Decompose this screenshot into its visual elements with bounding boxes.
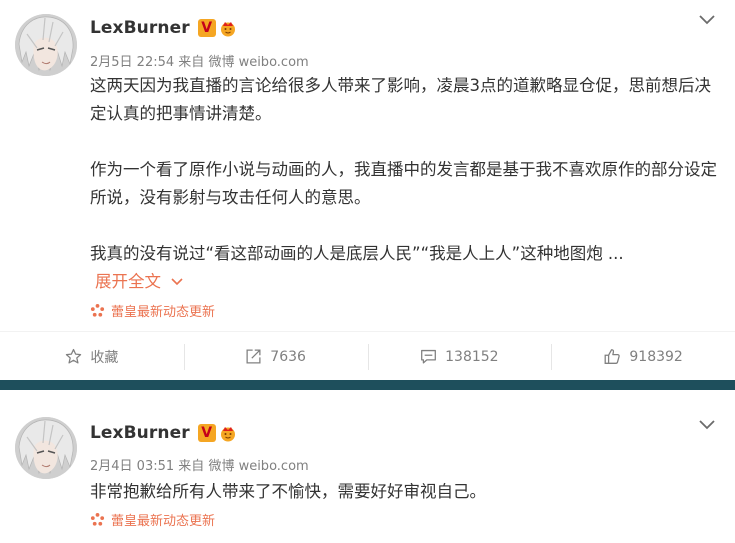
favorite-button[interactable]: 收藏 — [0, 347, 184, 367]
via-source[interactable]: 微博 weibo.com — [208, 459, 308, 474]
expand-label: 展开全文 — [95, 272, 161, 291]
like-count: 918392 — [629, 348, 683, 365]
via-prefix: 来自 — [178, 55, 205, 70]
repost-icon — [246, 349, 261, 364]
weibo-post-card: LexBurner V 2月5日 22:54 来自 微博 weibo.com 这… — [0, 0, 735, 380]
post-paragraph: 作为一个看了原作小说与动画的人，我直播中的发言都是基于我不喜欢原作的部分设定所说… — [90, 160, 717, 207]
repost-button[interactable]: 7636 — [184, 348, 368, 365]
user-name-row: LexBurner V — [90, 18, 238, 38]
via-prefix: 来自 — [178, 459, 205, 474]
chevron-down-icon[interactable] — [699, 420, 715, 430]
source-tag[interactable]: 蕾皇最新动态更新 — [90, 301, 215, 320]
repost-count: 7636 — [270, 348, 306, 365]
username-link[interactable]: LexBurner — [90, 18, 190, 38]
chevron-down-icon[interactable] — [699, 15, 715, 25]
feed-divider — [0, 380, 735, 390]
username-link[interactable]: LexBurner — [90, 423, 190, 443]
sparkle-icon — [90, 512, 105, 526]
comment-icon — [421, 349, 437, 364]
post-meta: 2月4日 03:51 来自 微博 weibo.com — [90, 455, 309, 474]
crown-badge-icon — [220, 22, 235, 37]
post-paragraph: 我真的没有说过“看这部动画的人是底层人民”“我是人上人”这种地图炮 ... — [90, 244, 624, 263]
via-source[interactable]: 微博 weibo.com — [208, 55, 308, 70]
like-icon — [604, 349, 621, 364]
avatar[interactable] — [15, 14, 77, 76]
post-action-bar: 收藏 7636 138152 918392 — [0, 331, 735, 381]
comment-button[interactable]: 138152 — [368, 348, 552, 365]
post-meta: 2月5日 22:54 来自 微博 weibo.com — [90, 51, 309, 70]
star-icon — [66, 348, 82, 364]
post-text: 这两天因为我直播的言论给很多人带来了影响，凌晨3点的道歉略显仓促，思前想后决定认… — [90, 72, 720, 296]
source-tag-label: 蕾皇最新动态更新 — [111, 305, 216, 320]
crown-badge-icon — [220, 427, 235, 442]
post-paragraph: 这两天因为我直播的言论给很多人带来了影响，凌晨3点的道歉略显仓促，思前想后决定认… — [90, 76, 711, 123]
post-paragraph: 非常抱歉给所有人带来了不愉快，需要好好审视自己。 — [90, 482, 486, 501]
post-text: 非常抱歉给所有人带来了不愉快，需要好好审视自己。 — [90, 478, 720, 506]
source-tag-label: 蕾皇最新动态更新 — [111, 514, 216, 529]
post-timestamp[interactable]: 2月4日 03:51 — [90, 459, 174, 474]
favorite-label: 收藏 — [90, 349, 119, 366]
verified-v-icon: V — [197, 424, 216, 442]
chevron-down-icon — [171, 278, 183, 286]
weibo-post-card: LexBurner V 2月4日 03:51 来自 微博 weibo.com 非… — [0, 390, 735, 543]
comment-count: 138152 — [445, 348, 499, 365]
sparkle-icon — [90, 303, 105, 317]
user-name-row: LexBurner V — [90, 423, 238, 443]
like-button[interactable]: 918392 — [551, 348, 735, 365]
post-timestamp[interactable]: 2月5日 22:54 — [90, 55, 174, 70]
verified-v-icon: V — [197, 19, 216, 37]
expand-full-text-link[interactable]: 展开全文 — [95, 268, 720, 296]
avatar[interactable] — [15, 417, 77, 479]
source-tag[interactable]: 蕾皇最新动态更新 — [90, 510, 215, 529]
